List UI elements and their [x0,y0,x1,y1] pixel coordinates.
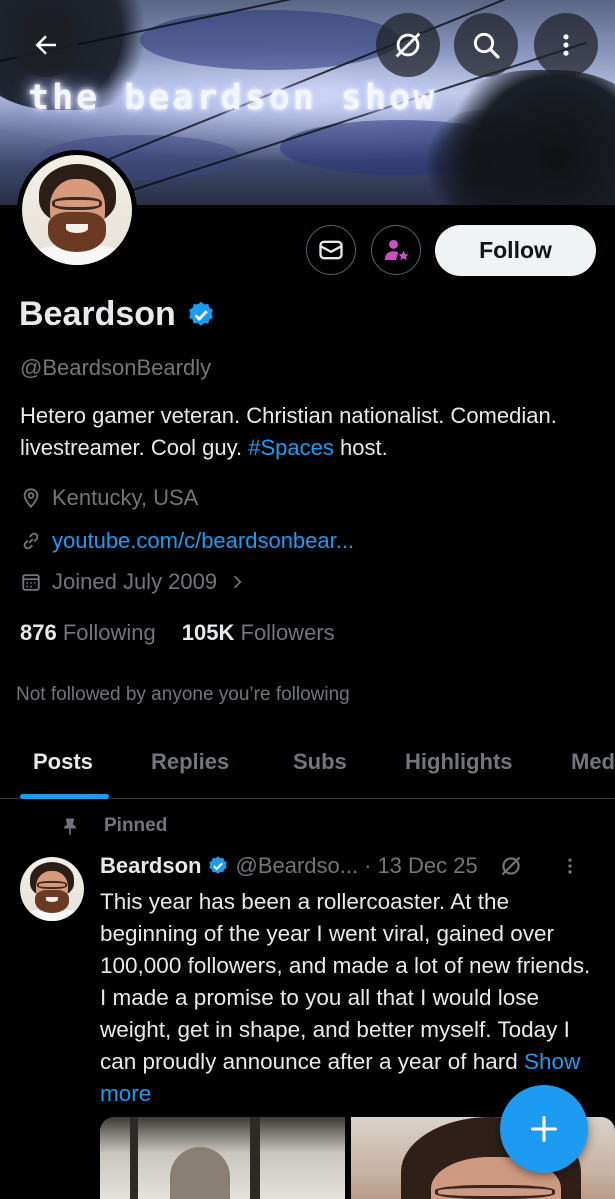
verified-badge-icon[interactable] [186,300,216,330]
pinned-label: Pinned [104,815,168,836]
bio-suffix: host. [333,435,388,460]
banner-title: the beardson show [28,78,438,118]
link-icon [23,532,39,550]
profile-tabs: Posts Replies Subs Highlights Media [0,735,615,799]
followers-stat[interactable]: 105K Followers [182,620,335,646]
bio-hashtag-link[interactable]: #Spaces [248,435,334,460]
following-stat[interactable]: 876 Following [20,620,156,646]
profile-name: Beardson [19,295,176,333]
location-text: Kentucky, USA [52,485,199,510]
tab-media[interactable]: Media [571,749,615,775]
tab-highlights[interactable]: Highlights [405,749,513,775]
chevron-right-icon [234,575,242,589]
post-text: This year has been a rollercoaster. At t… [100,889,591,1074]
tab-posts[interactable]: Posts [33,749,93,775]
subscribe-button[interactable] [371,225,421,275]
followers-label: Followers [240,620,335,645]
message-button[interactable] [306,225,356,275]
post-body: This year has been a rollercoaster. At t… [100,886,600,1110]
location-pin-icon [23,488,39,509]
envelope-icon [319,240,343,260]
follow-stats: 876 Following 105K Followers [20,620,335,646]
post-date[interactable]: 13 Dec 25 [377,853,477,879]
location-row: Kentucky, USA [20,485,198,511]
profile-avatar[interactable] [17,150,137,270]
compose-post-button[interactable] [500,1085,588,1173]
tab-subs[interactable]: Subs [293,749,347,775]
post-header: Beardson @Beardso... · 13 Dec 25 [100,853,580,879]
tab-replies[interactable]: Replies [151,749,229,775]
search-icon [473,32,500,59]
mutual-followers-note: Not followed by anyone you’re following [16,684,350,705]
joined-text: Joined July 2009 [52,569,218,594]
post-separator: · [364,853,372,878]
back-button[interactable] [14,13,78,77]
plus-icon [531,1116,557,1142]
following-count: 876 [20,620,57,645]
profile-bio: Hetero gamer veteran. Christian national… [20,400,600,464]
follow-button[interactable]: Follow [435,225,596,276]
pin-icon [64,818,76,836]
website-row: youtube.com/c/beardsonbear... [20,528,354,554]
profile-name-row: Beardson [19,295,216,334]
joined-row[interactable]: Joined July 2009 [20,569,247,595]
followers-count: 105K [181,620,235,645]
subscribe-star-icon [384,239,409,261]
arrow-left-icon [35,35,56,55]
website-link[interactable]: youtube.com/c/beardsonbear... [52,528,354,554]
post-author-avatar[interactable] [20,857,84,921]
post-more-icon[interactable] [560,854,580,878]
post-author-name[interactable]: Beardson [100,853,201,879]
calendar-icon [22,574,40,591]
grok-button[interactable] [376,13,440,77]
active-tab-indicator [20,794,109,799]
search-button[interactable] [454,13,518,77]
following-label: Following [62,620,156,645]
pinned-indicator: Pinned [60,815,167,837]
grok-icon[interactable] [498,853,524,879]
more-vertical-icon [563,34,569,56]
more-options-button[interactable] [534,13,598,77]
grok-icon [395,32,421,58]
verified-badge-icon [209,856,228,874]
post-media-image-1[interactable] [100,1117,345,1199]
profile-handle: @BeardsonBeardly [20,355,212,380]
post-author-handle[interactable]: @Beardso... [235,853,358,879]
